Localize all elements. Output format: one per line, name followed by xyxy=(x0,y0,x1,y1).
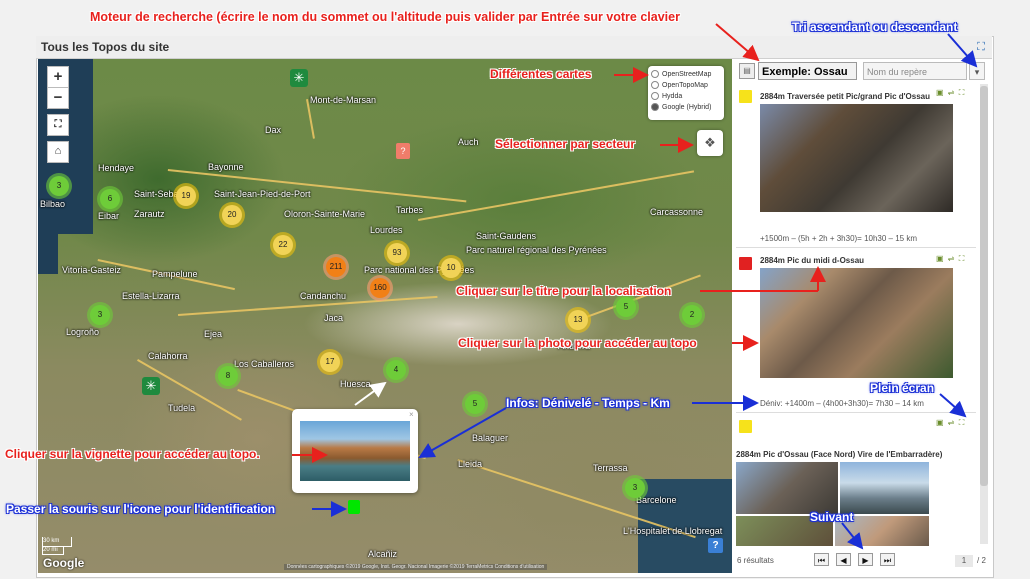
annotation-title-loc: Cliquer sur le titre pour la localisatio… xyxy=(456,284,672,298)
annotation-next: Suivant xyxy=(810,510,854,524)
annotation-fullscreen: Plein écran xyxy=(870,381,935,395)
annotation-hover: Passer la souris sur l'icone pour l'iden… xyxy=(6,502,276,516)
annotation-maps: Différentes cartes xyxy=(490,67,592,81)
annotation-infos: Infos: Dénivelé - Temps - Km xyxy=(506,396,670,410)
annotation-sector: Sélectionner par secteur xyxy=(495,137,636,151)
annotation-sort: Tri ascendant ou descendant xyxy=(792,20,958,34)
annotation-photo-topo: Cliquer sur la photo pour accéder au top… xyxy=(458,336,697,350)
annotation-search: Moteur de recherche (écrire le nom du so… xyxy=(90,10,680,24)
annotation-thumbnail: Cliquer sur la vignette pour accéder au … xyxy=(5,447,260,461)
